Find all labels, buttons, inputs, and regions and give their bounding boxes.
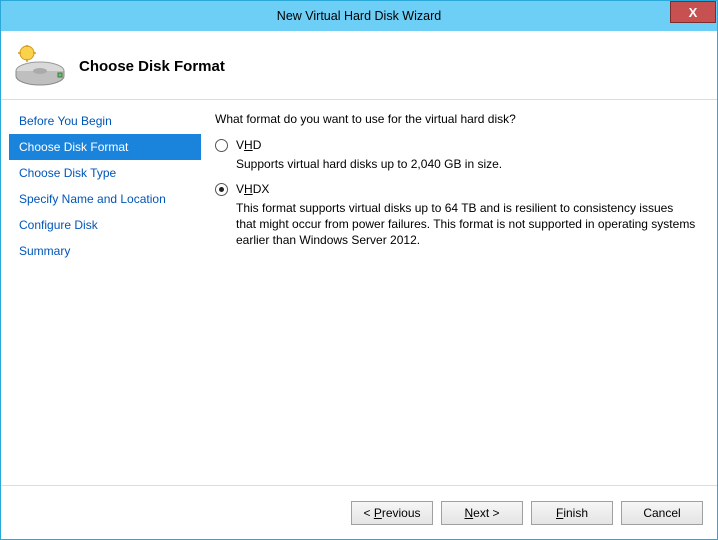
option-vhd: VHD Supports virtual hard disks up to 2,… [215,138,703,172]
sidebar-item-configure-disk[interactable]: Configure Disk [9,212,201,238]
window-title: New Virtual Hard Disk Wizard [1,9,717,23]
wizard-footer: < Previous Next > Finish Cancel [1,485,717,539]
sidebar-item-choose-disk-format[interactable]: Choose Disk Format [9,134,201,160]
desc-vhdx: This format supports virtual disks up to… [236,200,696,248]
sidebar-item-specify-name-location[interactable]: Specify Name and Location [9,186,201,212]
finish-button[interactable]: Finish [531,501,613,525]
wizard-header: Choose Disk Format [1,31,717,100]
next-button[interactable]: Next > [441,501,523,525]
wizard-steps-sidebar: Before You Begin Choose Disk Format Choo… [1,100,201,485]
cancel-button[interactable]: Cancel [621,501,703,525]
previous-button[interactable]: < Previous [351,501,433,525]
option-vhdx: VHDX This format supports virtual disks … [215,182,703,248]
close-button[interactable]: X [670,1,716,23]
disk-icon [15,45,65,87]
sidebar-item-choose-disk-type[interactable]: Choose Disk Type [9,160,201,186]
wizard-main-panel: What format do you want to use for the v… [201,100,717,485]
radio-row-vhdx[interactable]: VHDX [215,182,703,196]
desc-vhd: Supports virtual hard disks up to 2,040 … [236,156,696,172]
sidebar-item-before-you-begin[interactable]: Before You Begin [9,108,201,134]
radio-vhdx[interactable] [215,183,228,196]
sidebar-item-summary[interactable]: Summary [9,238,201,264]
format-prompt: What format do you want to use for the v… [215,112,703,126]
label-vhdx: VHDX [236,182,269,196]
radio-row-vhd[interactable]: VHD [215,138,703,152]
page-title: Choose Disk Format [79,58,225,75]
content-area: Before You Begin Choose Disk Format Choo… [1,100,717,485]
title-bar: New Virtual Hard Disk Wizard X [1,1,717,31]
close-icon: X [689,5,698,20]
radio-vhd[interactable] [215,139,228,152]
label-vhd: VHD [236,138,261,152]
